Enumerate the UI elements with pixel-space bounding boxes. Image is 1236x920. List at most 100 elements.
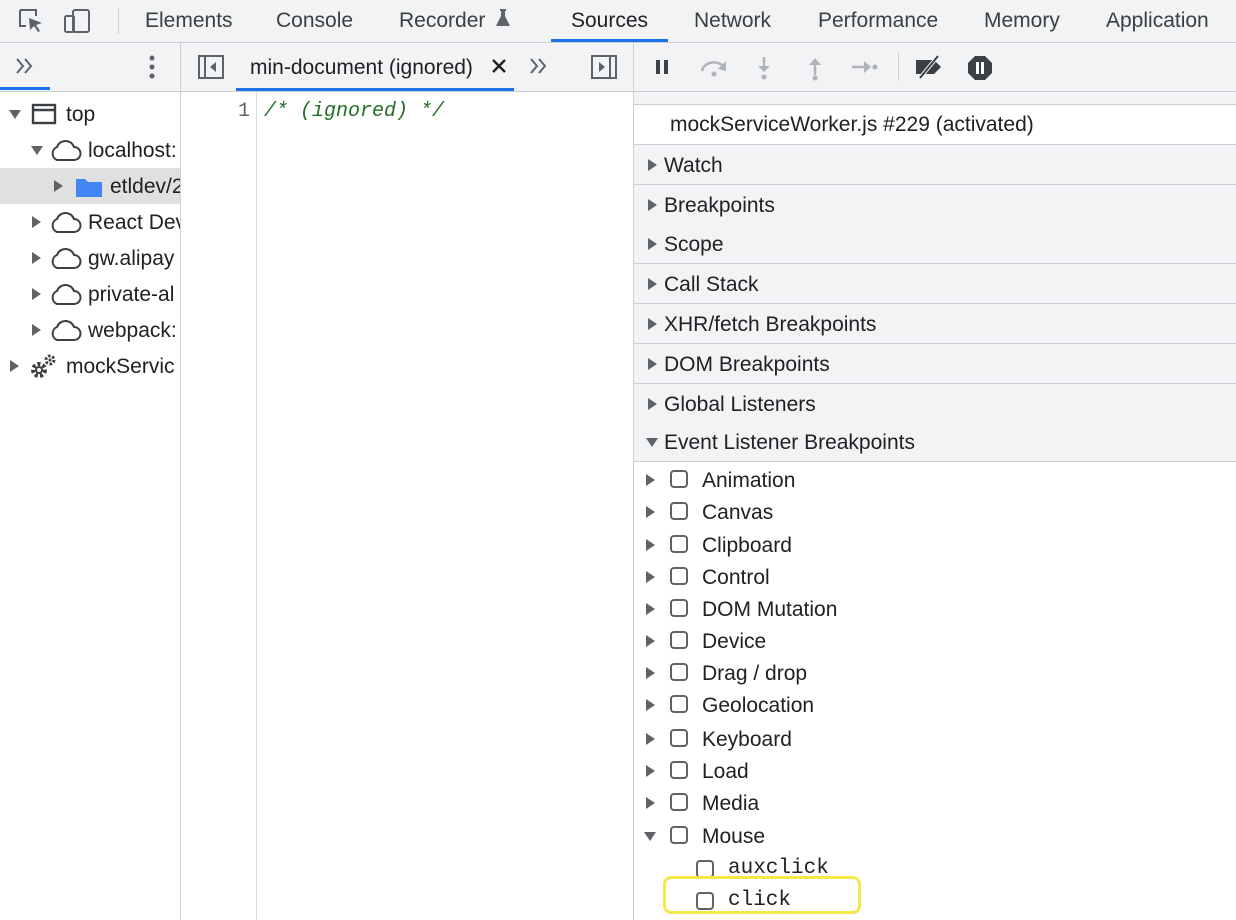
section-call-stack[interactable]: Call Stack (634, 264, 1236, 304)
tree-item-label: localhost: (88, 139, 177, 162)
tree-item-webpack[interactable]: webpack: (0, 312, 180, 348)
step-icon[interactable] (850, 55, 880, 84)
tab-application[interactable]: Application (1106, 0, 1209, 42)
tree-item-private[interactable]: private-al (0, 276, 180, 312)
pause-on-exceptions-icon[interactable] (966, 54, 994, 87)
more-options-icon[interactable] (139, 53, 165, 86)
section-title: Event Listener Breakpoints (664, 431, 915, 454)
section-global-listeners[interactable]: Global Listeners (634, 384, 1236, 424)
navigator-tab-indicator (0, 87, 50, 90)
section-dom-breakpoints[interactable]: DOM Breakpoints (634, 344, 1236, 384)
tab-memory[interactable]: Memory (984, 0, 1060, 42)
category-checkbox[interactable] (670, 535, 688, 553)
step-out-icon[interactable] (803, 55, 827, 86)
event-checkbox[interactable] (696, 892, 714, 910)
step-over-icon[interactable] (698, 55, 730, 84)
debugger-divider (898, 53, 899, 81)
collapsed-arrow-icon (646, 603, 655, 615)
pause-icon[interactable] (650, 55, 676, 84)
tree-item-mock-service-worker[interactable]: mockServic (0, 348, 180, 384)
category-checkbox[interactable] (670, 470, 688, 488)
more-files-chevron-icon[interactable] (527, 53, 551, 84)
event-category-control[interactable]: Control (634, 561, 1236, 593)
event-category-canvas[interactable]: Canvas (634, 496, 1236, 528)
close-tab-icon[interactable] (491, 56, 507, 81)
section-xhr-fetch-breakpoints[interactable]: XHR/fetch Breakpoints (634, 304, 1236, 344)
category-checkbox[interactable] (670, 761, 688, 779)
tree-item-localhost[interactable]: localhost: (0, 132, 180, 168)
category-label: Animation (702, 469, 796, 492)
more-tabs-chevron-icon[interactable] (12, 53, 38, 84)
tab-performance[interactable]: Performance (818, 0, 938, 42)
section-watch[interactable]: Watch (634, 145, 1236, 185)
event-category-mouse[interactable]: Mouse (634, 820, 1236, 852)
event-category-dom-mutation[interactable]: DOM Mutation (634, 593, 1236, 625)
collapsed-arrow-icon (646, 699, 655, 711)
code-editor[interactable]: 1 /* (ignored) */ (181, 92, 633, 920)
editor-tab-label: min-document (ignored) (250, 56, 473, 79)
collapsed-arrow-icon (648, 358, 657, 370)
category-checkbox[interactable] (670, 729, 688, 747)
collapsed-arrow-icon (648, 398, 657, 410)
event-click[interactable]: click (634, 884, 1236, 916)
tree-item-gw-alipay[interactable]: gw.alipay (0, 240, 180, 276)
tree-item-etldev[interactable]: etldev/2 (0, 168, 180, 204)
collapsed-arrow-icon (32, 216, 41, 228)
event-category-drag-drop[interactable]: Drag / drop (634, 657, 1236, 689)
section-scope[interactable]: Scope (634, 224, 1236, 264)
tree-item-label: gw.alipay (88, 247, 175, 270)
category-checkbox[interactable] (670, 567, 688, 585)
category-checkbox[interactable] (670, 599, 688, 617)
category-checkbox[interactable] (670, 631, 688, 649)
category-label: Device (702, 630, 767, 653)
toolbar-divider (118, 8, 119, 34)
event-category-clipboard[interactable]: Clipboard (634, 529, 1236, 561)
event-category-keyboard[interactable]: Keyboard (634, 723, 1236, 755)
event-category-load[interactable]: Load (634, 755, 1236, 787)
section-event-listener-breakpoints[interactable]: Event Listener Breakpoints (634, 422, 1236, 462)
category-label: Media (702, 792, 760, 815)
tab-console[interactable]: Console (276, 0, 353, 42)
tree-item-top[interactable]: top (0, 96, 180, 132)
category-checkbox[interactable] (670, 826, 688, 844)
section-title: DOM Breakpoints (664, 353, 830, 376)
category-checkbox[interactable] (670, 663, 688, 681)
expanded-arrow-icon (644, 832, 656, 841)
event-category-media[interactable]: Media (634, 787, 1236, 819)
category-label: Keyboard (702, 728, 792, 751)
tree-item-label: webpack: (88, 319, 177, 342)
collapsed-arrow-icon (646, 797, 655, 809)
debugger-sidebar: mockServiceWorker.js #229 (activated) Wa… (634, 92, 1236, 920)
deactivate-breakpoints-icon[interactable] (912, 54, 946, 85)
toggle-navigator-icon[interactable] (197, 54, 225, 85)
section-breakpoints[interactable]: Breakpoints (634, 185, 1236, 225)
event-category-geolocation[interactable]: Geolocation (634, 689, 1236, 721)
tab-network[interactable]: Network (694, 0, 771, 42)
collapsed-arrow-icon (646, 474, 655, 486)
tab-sources[interactable]: Sources (550, 0, 669, 42)
step-into-icon[interactable] (752, 55, 776, 86)
tree-item-react-devtools[interactable]: React Dev (0, 204, 180, 240)
category-label: DOM Mutation (702, 598, 838, 621)
category-checkbox[interactable] (670, 793, 688, 811)
category-label: Clipboard (702, 534, 792, 557)
category-label: Mouse (702, 825, 766, 848)
category-checkbox[interactable] (670, 695, 688, 713)
tab-elements[interactable]: Elements (145, 0, 233, 42)
toggle-debugger-icon[interactable] (590, 54, 618, 85)
pane-divider-right (633, 43, 634, 91)
editor-file-tab[interactable]: min-document (ignored) (236, 43, 514, 91)
tab-recorder[interactable]: Recorder (399, 0, 511, 42)
collapsed-arrow-icon (648, 159, 657, 171)
cloud-icon (48, 139, 82, 168)
expanded-arrow-icon (31, 146, 43, 155)
device-toolbar-icon[interactable] (62, 6, 92, 36)
cloud-icon (48, 319, 82, 348)
category-checkbox[interactable] (670, 502, 688, 520)
inspect-element-icon[interactable] (16, 6, 46, 36)
event-category-animation[interactable]: Animation (634, 464, 1236, 496)
cloud-icon (48, 283, 82, 312)
event-category-device[interactable]: Device (634, 625, 1236, 657)
thread-item[interactable]: mockServiceWorker.js #229 (activated) (634, 105, 1236, 145)
category-label: Canvas (702, 501, 774, 524)
